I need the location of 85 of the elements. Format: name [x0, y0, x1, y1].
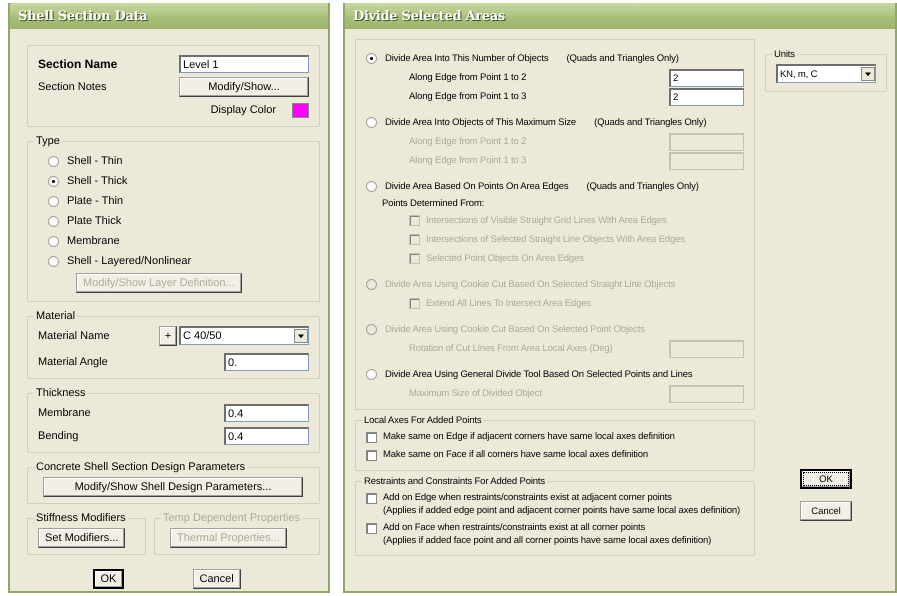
field-label: Along Edge from Point 1 to 3	[409, 155, 526, 166]
set-modifiers-button[interactable]: Set Modifiers...	[38, 528, 126, 548]
number-field[interactable]	[669, 132, 744, 150]
radio-button[interactable]	[366, 52, 377, 64]
group-title: Stiffness Modifiers	[35, 512, 127, 524]
dialog-button[interactable]: OK	[800, 469, 852, 489]
radio-button[interactable]	[48, 156, 59, 166]
radio-button[interactable]	[366, 180, 377, 192]
material-dropdown[interactable]: C 40/50	[179, 326, 309, 345]
group-title: Local Axes For Added Points	[363, 415, 482, 426]
group-title: Concrete Shell Section Design Parameters	[35, 461, 246, 473]
radio-note: (Quads and Triangles Only)	[594, 116, 706, 128]
checkbox-label: Add on Edge when restraints/constraints exist at adjacent corner points	[383, 492, 673, 503]
design-parameters-button[interactable]: Modify/Show Shell Design Parameters...	[43, 477, 303, 497]
radio-label: Divide Area Using Cookie Cut Based On Selected Straight Line Objects	[385, 278, 676, 290]
radio-label: Divide Area Into This Number of Objects	[385, 52, 548, 64]
checkbox[interactable]	[366, 523, 377, 534]
window-title: Divide Selected Areas	[353, 8, 505, 24]
modify-show-button[interactable]: Modify/Show...	[179, 77, 309, 97]
field-label: Display Color	[210, 104, 276, 116]
number-field[interactable]: 2	[669, 88, 744, 106]
radio-label: Plate Thick	[67, 215, 122, 227]
field-label: Along Edge from Point 1 to 2	[409, 72, 526, 83]
checkbox[interactable]	[366, 450, 377, 461]
checkbox-label: Selected Point Objects On Area Edges	[426, 253, 584, 264]
radio-label: Plate - Thin	[67, 195, 124, 207]
radio-label: Divide Area Using General Divide Tool Based On Selected Points and Lines	[385, 368, 692, 380]
units-dropdown[interactable]: KN, m, C	[776, 64, 876, 83]
checkbox-note: (Applies if added edge point and adjacent corner points have same local axes definition)	[383, 505, 740, 516]
number-field[interactable]	[669, 152, 744, 170]
checkbox-label: Add on Face when restraints/constraints exist at all corner points	[383, 522, 646, 533]
color-swatch[interactable]	[292, 102, 309, 118]
group-title: Material	[35, 310, 76, 322]
radio-button[interactable]	[48, 256, 59, 266]
radio-button[interactable]	[366, 116, 377, 128]
field-label: Maximum Size of Divided Object	[409, 388, 542, 399]
group-title: Temp Dependent Properties	[162, 512, 301, 524]
radio-label: Shell - Layered/Nonlinear	[67, 255, 192, 267]
radio-button[interactable]	[48, 176, 59, 186]
field-label: Section Name	[38, 57, 118, 71]
checkbox-label: Extend All Lines To Intersect Area Edges	[426, 298, 591, 309]
radio-note: (Quads and Triangles Only)	[566, 52, 679, 64]
checkbox-label: Make same on Face if all corners have same local axes definition	[383, 449, 648, 460]
radio-note: (Quads and Triangles Only)	[586, 180, 699, 192]
radio-button[interactable]	[366, 368, 377, 380]
checkbox[interactable]	[366, 432, 377, 443]
window-title: Shell Section Data	[18, 8, 148, 24]
radio-label: Divide Area Into Objects of This Maximum Size	[385, 116, 576, 128]
checkbox-label: Make same on Edge if adjacent corners have same local axes definition	[383, 431, 675, 442]
field-label: Material Name	[38, 330, 110, 342]
radio-label: Shell - Thick	[67, 175, 128, 187]
number-field[interactable]	[669, 340, 744, 358]
radio-label: Divide Area Using Cookie Cut Based On Selected Point Objects	[385, 324, 645, 334]
radio-label: Membrane	[67, 235, 120, 247]
radio-button[interactable]	[48, 216, 59, 226]
group-title: Type	[35, 135, 61, 147]
group-title: Restraints and Constraints For Added Points	[363, 476, 546, 487]
field-label: Rotation of Cut Lines From Area Local Axes (Deg)	[409, 343, 612, 354]
checkbox-label: Intersections of Visible Straight Grid Lines With Area Edges	[426, 215, 667, 226]
group-title: Thickness	[35, 387, 87, 399]
field-label: Membrane	[38, 407, 91, 419]
add-material-button[interactable]: +	[159, 326, 177, 346]
radio-label: Shell - Thin	[67, 155, 122, 167]
field-label: Along Edge from Point 1 to 2	[409, 136, 526, 147]
field-label: Along Edge from Point 1 to 3	[409, 91, 526, 102]
checkbox-note: (Applies if added face point and all corner points have same local axes definition)	[383, 535, 712, 546]
dialog-button[interactable]: Cancel	[800, 501, 852, 521]
field-label: Material Angle	[38, 356, 108, 368]
radio-button[interactable]	[48, 196, 59, 206]
thickness-field[interactable]: 0.4	[224, 404, 309, 422]
field-label: Bending	[38, 430, 78, 442]
dialog-button[interactable]: Cancel	[192, 569, 241, 589]
number-field[interactable]: 2	[669, 68, 744, 86]
checkbox-label: Intersections of Selected Straight Line Objects With Area Edges	[426, 234, 685, 245]
material-angle-field[interactable]: 0.	[224, 353, 309, 371]
section-name-field[interactable]: Level 1	[179, 55, 309, 73]
number-field[interactable]	[669, 384, 744, 402]
radio-label: Divide Area Based On Points On Area Edges	[385, 180, 568, 192]
group-label: Points Determined From:	[382, 198, 484, 209]
dialog-button[interactable]: OK	[92, 569, 124, 589]
field-label: Section Notes	[38, 81, 106, 93]
group-title: Units	[773, 49, 796, 60]
checkbox[interactable]	[366, 493, 377, 504]
thickness-field[interactable]: 0.4	[224, 427, 309, 445]
radio-button[interactable]	[48, 236, 59, 246]
